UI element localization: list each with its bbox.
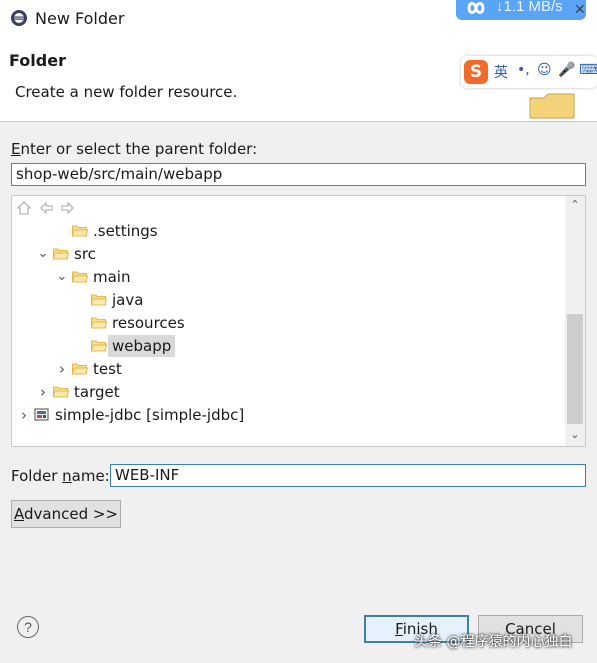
eclipse-app-icon <box>11 10 27 26</box>
tree-node-label: main <box>93 268 131 286</box>
ime-language-toggle[interactable]: 英 <box>494 62 508 82</box>
folder-icon <box>91 340 107 352</box>
folder-icon <box>91 294 107 306</box>
tree-node[interactable]: .settings <box>12 220 562 242</box>
infinity-icon <box>467 2 485 14</box>
back-arrow-icon[interactable] <box>38 200 54 216</box>
help-icon[interactable]: ? <box>17 616 39 638</box>
tree-node-label: simple-jdbc [simple-jdbc] <box>55 406 245 424</box>
watermark-text: 头条 @程序猿的内心独白 <box>414 634 573 650</box>
folder-name-input[interactable]: WEB-INF <box>110 464 586 487</box>
ime-emoji-icon[interactable]: ☺ <box>537 62 552 78</box>
chevron-down-icon[interactable]: ⌄ <box>56 266 68 288</box>
chevron-right-icon[interactable]: › <box>56 358 68 380</box>
tree-node-label: target <box>74 383 120 401</box>
folder-icon <box>91 317 107 329</box>
window-title: New Folder <box>35 9 125 28</box>
forward-arrow-icon[interactable] <box>60 200 76 216</box>
chevron-right-icon[interactable]: › <box>18 404 30 426</box>
parent-folder-input[interactable]: shop-web/src/main/webapp <box>11 163 586 186</box>
tree-node-label: test <box>93 360 122 378</box>
project-icon <box>34 408 49 421</box>
tree-node[interactable]: › simple-jdbc [simple-jdbc] <box>12 404 562 426</box>
ime-microphone-icon[interactable]: 🎤 <box>558 62 575 78</box>
folder-banner-icon <box>529 93 575 119</box>
network-speed-widget[interactable]: ↓1.1 MB/s <box>456 0 586 20</box>
tree-node-label: webapp <box>108 335 176 357</box>
tree-node-label: resources <box>112 314 185 332</box>
ime-toolbar[interactable]: S 英 •, ☺ 🎤 ⌨ <box>461 56 597 88</box>
page-description: Create a new folder resource. <box>15 83 238 101</box>
ime-punctuation-toggle[interactable]: •, <box>517 62 530 78</box>
folder-icon <box>72 363 88 375</box>
tree-node[interactable]: › target <box>12 381 562 403</box>
network-speed-text: ↓1.1 MB/s <box>496 0 563 15</box>
folder-icon <box>72 225 88 237</box>
page-title: Folder <box>9 51 66 70</box>
scroll-down-icon[interactable]: ⌄ <box>565 426 585 444</box>
scroll-up-icon[interactable]: ⌃ <box>565 196 585 214</box>
home-icon[interactable] <box>16 200 32 216</box>
tree-node[interactable]: › test <box>12 358 562 380</box>
tree-node-label: java <box>112 291 144 309</box>
tree-node[interactable]: ⌄ src <box>12 243 562 265</box>
tree-node[interactable]: webapp <box>12 335 562 357</box>
tree-node-label: src <box>74 245 96 263</box>
sogou-ime-icon[interactable]: S <box>464 60 488 84</box>
parent-folder-label: Enter or select the parent folder: <box>11 140 258 158</box>
close-icon[interactable]: ✕ <box>574 2 586 18</box>
tree-vertical-scrollbar[interactable]: ⌃ ⌄ <box>565 196 585 446</box>
tree-node[interactable]: ⌄ main <box>12 266 562 288</box>
scrollbar-thumb[interactable] <box>567 314 583 424</box>
folder-tree[interactable]: .settings ⌄ src ⌄ main java resources webapp › te… <box>11 195 586 447</box>
dialog-body: Enter or select the parent folder: shop-… <box>0 122 597 663</box>
ime-keyboard-icon[interactable]: ⌨ <box>579 62 597 78</box>
dialog-header: Folder Create a new folder resource. S 英… <box>0 38 597 122</box>
folder-icon <box>72 271 88 283</box>
chevron-right-icon[interactable]: › <box>37 381 49 403</box>
tree-node[interactable]: resources <box>12 312 562 334</box>
tree-node-label: .settings <box>93 222 158 240</box>
folder-name-label: Folder name: <box>11 467 110 485</box>
tree-node[interactable]: java <box>12 289 562 311</box>
title-bar: New Folder ↓1.1 MB/s ✕ <box>0 0 597 38</box>
advanced-button[interactable]: Advanced >> <box>11 500 121 528</box>
folder-icon <box>53 248 69 260</box>
chevron-down-icon[interactable]: ⌄ <box>37 243 49 265</box>
folder-icon <box>53 386 69 398</box>
